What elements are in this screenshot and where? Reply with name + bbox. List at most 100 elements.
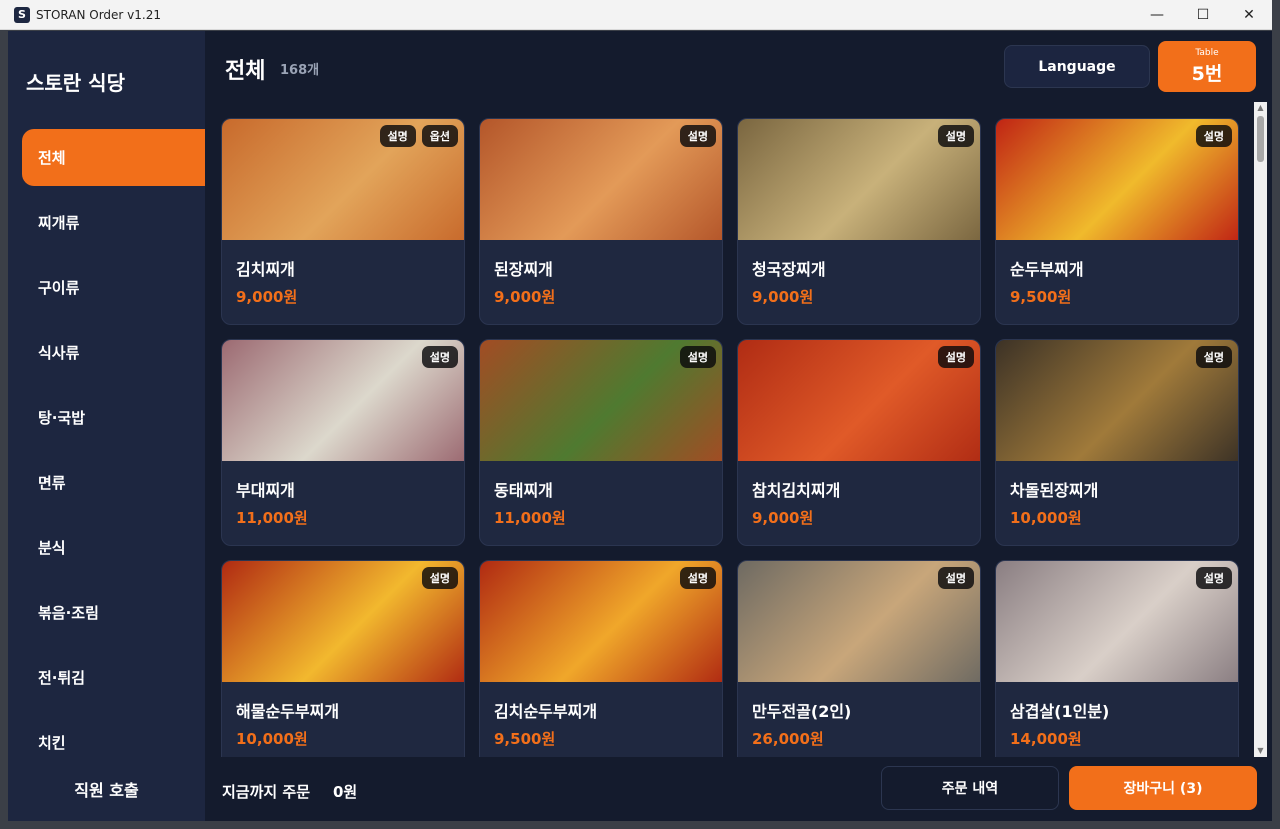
menu-name: 된장찌개	[494, 260, 553, 279]
menu-card[interactable]: 설명순두부찌개 9,500원	[995, 118, 1239, 325]
badge-group: 설명	[1195, 346, 1232, 368]
category-item[interactable]: 볶음·조림	[22, 584, 205, 641]
description-badge[interactable]: 설명	[421, 346, 458, 368]
language-button[interactable]: Language	[1004, 45, 1150, 88]
category-item[interactable]: 찌개류	[22, 194, 205, 251]
category-item[interactable]: 전·튀김	[22, 649, 205, 706]
description-badge[interactable]: 설명	[1195, 567, 1232, 589]
category-sidebar: 스토란 식당 전체찌개류구이류식사류탕·국밥면류분식볶음·조림전·튀김치킨	[8, 31, 205, 757]
category-item[interactable]: 치킨	[22, 714, 205, 757]
category-item[interactable]: 전체	[22, 129, 205, 186]
menu-card[interactable]: 설명해물순두부찌개 10,000원	[221, 560, 465, 767]
category-item[interactable]: 탕·국밥	[22, 389, 205, 446]
minimize-button[interactable]: —	[1134, 0, 1180, 30]
order-total-value: 0원	[333, 783, 358, 801]
badge-group: 설명	[937, 125, 974, 147]
menu-name: 차돌된장찌개	[1010, 481, 1099, 500]
menu-name: 삼겹살(1인분)	[1010, 702, 1110, 721]
app-logo-icon: S	[14, 6, 30, 23]
item-count: 168개	[280, 63, 320, 78]
scroll-down-icon[interactable]: ▼	[1254, 745, 1267, 757]
staff-call-button[interactable]: 직원 호출	[8, 757, 205, 821]
bottom-bar: 직원 호출 지금까지 주문 0원 주문 내역 장바구니 (3)	[8, 757, 1272, 821]
menu-card[interactable]: 설명청국장찌개 9,000원	[737, 118, 981, 325]
category-list: 전체찌개류구이류식사류탕·국밥면류분식볶음·조림전·튀김치킨	[22, 129, 205, 757]
badge-group: 설명	[937, 567, 974, 589]
menu-card[interactable]: 설명동태찌개 11,000원	[479, 339, 723, 546]
window-controls: — ☐ ✕	[1134, 0, 1272, 30]
menu-price: 11,000원	[236, 509, 308, 527]
menu-price: 14,000원	[1010, 730, 1082, 748]
scroll-thumb[interactable]	[1257, 116, 1264, 162]
window-content: 스토란 식당 전체찌개류구이류식사류탕·국밥면류분식볶음·조림전·튀김치킨 전체…	[8, 31, 1272, 821]
badge-group: 설명	[1195, 567, 1232, 589]
menu-name: 해물순두부찌개	[236, 702, 340, 721]
badge-group: 설명	[679, 567, 716, 589]
table-number: 5번	[1191, 63, 1223, 85]
menu-price: 9,000원	[752, 288, 814, 306]
order-total-label: 지금까지 주문	[222, 783, 311, 801]
category-item[interactable]: 면류	[22, 454, 205, 511]
badge-group: 설명	[679, 346, 716, 368]
category-item[interactable]: 구이류	[22, 259, 205, 316]
description-badge[interactable]: 설명	[937, 125, 974, 147]
title-bar: S STORAN Order v1.21 — ☐ ✕	[0, 0, 1272, 30]
menu-price: 11,000원	[494, 509, 566, 527]
category-item[interactable]: 분식	[22, 519, 205, 576]
menu-name: 부대찌개	[236, 481, 295, 500]
close-button[interactable]: ✕	[1226, 0, 1272, 30]
menu-card[interactable]: 설명 옵션김치찌개 9,000원	[221, 118, 465, 325]
description-badge[interactable]: 설명	[679, 346, 716, 368]
menu-price: 26,000원	[752, 730, 824, 748]
menu-price: 10,000원	[1010, 509, 1082, 527]
cart-button[interactable]: 장바구니 (3)	[1069, 766, 1257, 810]
app-window: S STORAN Order v1.21 — ☐ ✕ 스토란 식당 전체찌개류구…	[0, 0, 1280, 829]
badge-group: 설명 옵션	[379, 125, 458, 147]
menu-card[interactable]: 설명김치순두부찌개 9,500원	[479, 560, 723, 767]
menu-scrollbar[interactable]: ▲ ▼	[1254, 102, 1267, 757]
menu-name: 만두전골(2인)	[752, 702, 852, 721]
main-panel: 전체 168개 Language Table 5번 설명 옵션 김치찌개 9,000원…	[205, 31, 1272, 767]
table-label: Table	[1195, 48, 1219, 58]
table-number-box: Table 5번	[1158, 41, 1256, 92]
badge-group: 설명	[421, 567, 458, 589]
menu-name: 김치순두부찌개	[494, 702, 598, 721]
page-title: 전체	[225, 59, 266, 84]
menu-price: 10,000원	[236, 730, 308, 748]
order-history-button[interactable]: 주문 내역	[881, 766, 1059, 810]
menu-card[interactable]: 설명만두전골(2인) 26,000원	[737, 560, 981, 767]
menu-card[interactable]: 설명된장찌개 9,000원	[479, 118, 723, 325]
menu-price: 9,000원	[752, 509, 814, 527]
option-badge[interactable]: 옵션	[421, 125, 458, 147]
badge-group: 설명	[1195, 125, 1232, 147]
menu-name: 참치김치찌개	[752, 481, 841, 500]
menu-price: 9,000원	[236, 288, 298, 306]
badge-group: 설명	[937, 346, 974, 368]
window-title: STORAN Order v1.21	[36, 7, 161, 22]
description-badge[interactable]: 설명	[937, 567, 974, 589]
badge-group: 설명	[679, 125, 716, 147]
menu-name: 동태찌개	[494, 481, 553, 500]
store-name: 스토란 식당	[26, 71, 125, 95]
badge-group: 설명	[421, 346, 458, 368]
menu-card[interactable]: 설명참치김치찌개 9,000원	[737, 339, 981, 546]
menu-card[interactable]: 설명부대찌개 11,000원	[221, 339, 465, 546]
description-badge[interactable]: 설명	[421, 567, 458, 589]
menu-name: 김치찌개	[236, 260, 295, 279]
description-badge[interactable]: 설명	[379, 125, 416, 147]
menu-price: 9,000원	[494, 288, 556, 306]
menu-name: 청국장찌개	[752, 260, 826, 279]
category-item[interactable]: 식사류	[22, 324, 205, 381]
scroll-up-icon[interactable]: ▲	[1254, 102, 1267, 114]
description-badge[interactable]: 설명	[1195, 125, 1232, 147]
menu-card[interactable]: 설명삼겹살(1인분) 14,000원	[995, 560, 1239, 767]
menu-card[interactable]: 설명차돌된장찌개 10,000원	[995, 339, 1239, 546]
description-badge[interactable]: 설명	[937, 346, 974, 368]
description-badge[interactable]: 설명	[679, 125, 716, 147]
menu-price: 9,500원	[1010, 288, 1072, 306]
description-badge[interactable]: 설명	[679, 567, 716, 589]
description-badge[interactable]: 설명	[1195, 346, 1232, 368]
menu-price: 9,500원	[494, 730, 556, 748]
maximize-button[interactable]: ☐	[1180, 0, 1226, 30]
menu-name: 순두부찌개	[1010, 260, 1084, 279]
